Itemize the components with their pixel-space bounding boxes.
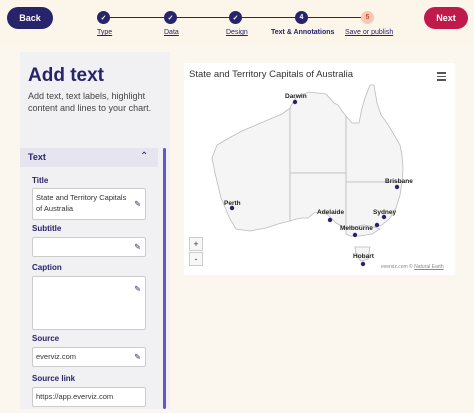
source-field-label: Source bbox=[32, 334, 60, 343]
zoom-in-button[interactable]: + bbox=[189, 237, 203, 251]
source-field[interactable]: everviz.com ✎ bbox=[32, 347, 146, 367]
top-bar: Back ✓ ✓ ✓ 4 5 Type Data Design Text & A… bbox=[0, 0, 474, 46]
step-4-indicator: 4 bbox=[295, 11, 308, 24]
map-credit: everviz.com © Natural Earth bbox=[381, 264, 444, 270]
panel-description: Add text, text labels, highlight content… bbox=[28, 91, 152, 113]
western-australia-region bbox=[211, 107, 291, 232]
city-label-adelaide: Adelaide bbox=[317, 209, 344, 216]
source-link-field[interactable]: https://app.everviz.com bbox=[32, 387, 146, 407]
step-type-link[interactable]: Type bbox=[97, 29, 112, 36]
title-field[interactable]: State and Territory Capitals of Australi… bbox=[32, 188, 146, 220]
northern-territory-region bbox=[289, 91, 347, 174]
credit-text: everviz.com © bbox=[381, 264, 415, 270]
city-label-melbourne: Melbourne bbox=[340, 225, 373, 232]
title-field-label: Title bbox=[32, 176, 49, 185]
step-2-icon[interactable]: ✓ bbox=[164, 11, 177, 24]
city-label-darwin: Darwin bbox=[285, 93, 307, 100]
natural-earth-link[interactable]: Natural Earth bbox=[414, 264, 443, 270]
pencil-icon[interactable]: ✎ bbox=[134, 352, 141, 363]
subtitle-field-label: Subtitle bbox=[32, 224, 62, 233]
next-button[interactable]: Next bbox=[424, 7, 468, 29]
step-5-indicator[interactable]: 5 bbox=[361, 11, 374, 24]
south-australia-region bbox=[289, 172, 347, 229]
chart-preview: State and Territory Capitals of Australi… bbox=[184, 63, 455, 275]
step-design-link[interactable]: Design bbox=[226, 29, 248, 36]
city-point-adelaide[interactable] bbox=[327, 217, 333, 223]
chevron-up-icon[interactable]: ⌃ bbox=[140, 151, 148, 162]
source-link-field-label: Source link bbox=[32, 374, 76, 383]
australia-map: Darwin Brisbane Perth Adelaide Sydney Melbour… bbox=[211, 84, 413, 267]
pencil-icon[interactable]: ✎ bbox=[134, 284, 141, 295]
city-point-darwin[interactable] bbox=[292, 99, 298, 105]
city-point-hobart[interactable] bbox=[360, 261, 366, 267]
source-link-field-value: https://app.everviz.com bbox=[36, 392, 114, 401]
pencil-icon[interactable]: ✎ bbox=[134, 242, 141, 253]
city-label-sydney: Sydney bbox=[373, 209, 397, 216]
text-section-title: Text bbox=[28, 152, 46, 162]
city-label-hobart: Hobart bbox=[353, 253, 375, 260]
step-1-icon[interactable]: ✓ bbox=[97, 11, 110, 24]
step-text-annotations-label: Text & Annotations bbox=[271, 29, 335, 36]
city-point-canberra[interactable] bbox=[374, 222, 380, 228]
queensland-region bbox=[345, 84, 404, 183]
title-field-value: State and Territory Capitals of Australi… bbox=[36, 193, 127, 213]
city-label-perth: Perth bbox=[224, 200, 241, 207]
step-3-icon[interactable]: ✓ bbox=[229, 11, 242, 24]
panel-title: Add text bbox=[28, 65, 104, 86]
text-section-header[interactable]: Text ⌃ bbox=[20, 148, 158, 167]
city-label-brisbane: Brisbane bbox=[385, 178, 413, 185]
back-button[interactable]: Back bbox=[7, 7, 53, 29]
source-field-value: everviz.com bbox=[36, 352, 77, 361]
text-settings-panel: Add text Add text, text labels, highligh… bbox=[20, 52, 170, 409]
city-point-brisbane[interactable] bbox=[394, 184, 400, 190]
panel-scrollbar[interactable] bbox=[163, 148, 166, 409]
step-data-link[interactable]: Data bbox=[164, 29, 179, 36]
caption-field-label: Caption bbox=[32, 263, 62, 272]
step-save-publish-link[interactable]: Save or publish bbox=[345, 29, 393, 36]
subtitle-field[interactable]: ✎ bbox=[32, 237, 146, 257]
city-point-melbourne[interactable] bbox=[352, 232, 358, 238]
pencil-icon[interactable]: ✎ bbox=[134, 199, 141, 210]
new-south-wales-region bbox=[345, 181, 403, 229]
caption-field[interactable]: ✎ bbox=[32, 276, 146, 330]
zoom-out-button[interactable]: - bbox=[189, 252, 203, 266]
